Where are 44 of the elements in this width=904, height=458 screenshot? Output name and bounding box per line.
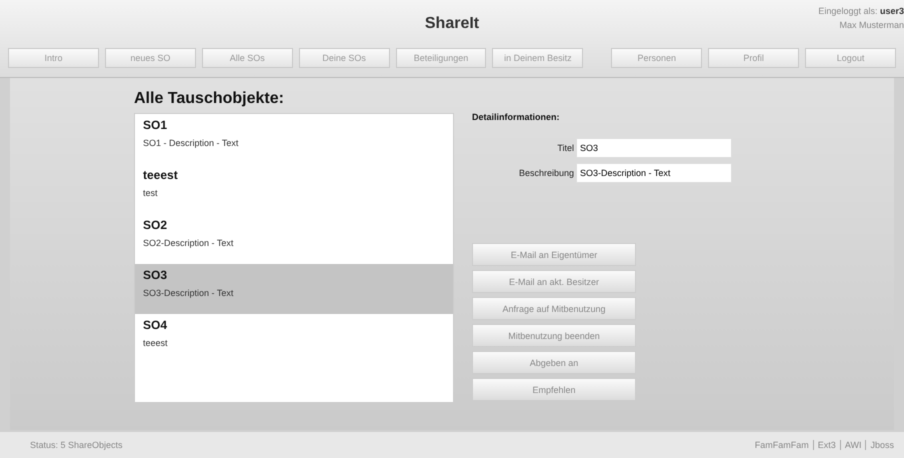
nav-button[interactable]: Logout (805, 48, 896, 68)
item-title: teeest (143, 168, 179, 182)
item-description: test (143, 188, 159, 198)
list-item[interactable]: teeest test (135, 164, 453, 214)
list-item[interactable]: SO2 SO2-Description - Text (135, 214, 453, 264)
nav-button[interactable]: Personen (611, 48, 702, 68)
footer-link[interactable]: Jboss (870, 440, 894, 450)
login-info: Eingeloggt als: user3 (818, 6, 904, 16)
item-description: teeest (143, 338, 169, 348)
footer-link[interactable]: Ext3 (818, 440, 836, 450)
item-description: SO2-Description - Text (143, 238, 234, 248)
list-item[interactable]: SO4 teeest (135, 314, 453, 364)
item-title: SO2 (143, 218, 168, 232)
nav-button[interactable]: neues SO (104, 48, 196, 68)
list-item[interactable]: SO3 SO3-Description - Text (135, 264, 453, 314)
footer-link[interactable]: FamFamFam (754, 440, 809, 450)
details-heading: Detailinformationen: (472, 112, 561, 122)
item-description: SO3-Description - Text (143, 288, 234, 298)
nav-button[interactable]: Deine SOs (298, 48, 390, 68)
field-label: Beschreibung (518, 168, 574, 178)
item-title: SO4 (143, 318, 168, 332)
action-button[interactable]: Mitbenutzung beenden (472, 324, 636, 347)
footer-link[interactable]: AWI (844, 440, 862, 450)
action-button[interactable]: E-Mail an Eigentümer (472, 243, 636, 266)
action-button[interactable]: Anfrage auf Mitbenutzung (472, 297, 636, 320)
input-field[interactable]: SO3 (576, 138, 732, 158)
action-button[interactable]: Empfehlen (472, 378, 636, 401)
item-description: SO1 - Description - Text (143, 138, 240, 148)
nav-button[interactable]: Intro (8, 48, 99, 68)
nav-button[interactable]: Profil (708, 48, 800, 68)
input-field[interactable]: SO3-Description - Text (576, 163, 732, 183)
nav-button[interactable]: in Deinem Besitz (492, 48, 584, 68)
field-label: Titel (556, 143, 574, 153)
user-name: Max Musterman (839, 20, 904, 30)
list-item[interactable]: SO1 SO1 - Description - Text (135, 114, 453, 164)
item-title: SO1 (143, 118, 168, 132)
item-title: SO3 (143, 268, 168, 282)
app-title: ShareIt (424, 15, 480, 33)
action-button[interactable]: E-Mail an akt. Besitzer (472, 270, 636, 293)
action-button[interactable]: Abgeben an (472, 351, 636, 374)
nav-button[interactable]: Beteiligungen (396, 48, 486, 68)
list-heading: Alle Tauschobjekte: (134, 90, 285, 108)
status-text: Status: 5 ShareObjects (30, 440, 123, 450)
nav-button[interactable]: Alle SOs (202, 48, 293, 68)
